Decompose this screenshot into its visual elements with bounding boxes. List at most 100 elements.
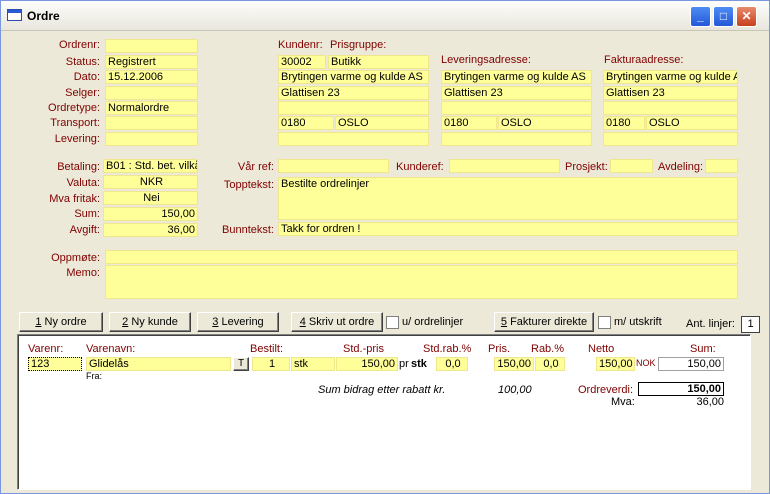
kundenr-field[interactable]: 30002 [278, 55, 326, 69]
ordreverdi-label: Ordreverdi: [578, 384, 634, 396]
row-sum: 150,00 [658, 357, 724, 371]
topptekst-field[interactable]: Bestilte ordrelinjer [278, 177, 738, 220]
delivery-button-label: Levering [218, 316, 264, 328]
kunderef-label: Kunderef: [396, 161, 444, 173]
ordrenr-label: Ordrenr: [59, 39, 100, 51]
minimize-button[interactable]: _ [690, 6, 711, 27]
delivery-address-field[interactable]: Glattisen 23 [441, 86, 592, 100]
row-valuta: NOK [636, 358, 656, 368]
mva-fritak-label: Mva fritak: [49, 193, 100, 205]
row-pr-enhet: stk [411, 358, 427, 370]
dato-field[interactable]: 15.12.2006 [105, 70, 198, 84]
invoice-extra-field[interactable] [603, 132, 738, 146]
new-order-button[interactable]: 1 Ny ordre [19, 312, 103, 332]
topptekst-label: Topptekst: [223, 179, 274, 191]
row-fra-label: Fra: [86, 371, 103, 381]
row-varenavn[interactable]: Glidelås [86, 357, 231, 371]
avdeling-field[interactable] [705, 159, 738, 173]
row-pris[interactable]: 150,00 [494, 357, 534, 371]
betaling-field[interactable]: B01 : Std. bet. vilkår [103, 159, 198, 173]
leveringsadresse-label: Leveringsadresse: [441, 54, 531, 66]
new-customer-button[interactable]: 2 Ny kunde [109, 312, 191, 332]
oppmote-label: Oppmøte: [51, 252, 100, 264]
status-field[interactable]: Registrert [105, 55, 198, 69]
valuta-label: Valuta: [66, 177, 100, 189]
customer-address-field[interactable]: Glattisen 23 [278, 86, 429, 100]
with-print-checkbox[interactable] [598, 316, 611, 329]
order-window: Ordre _ □ ✕ Ordrenr: Status: Registrert … [0, 0, 770, 494]
kundenr-label: Kundenr: [278, 39, 323, 51]
col-pris: Pris. [488, 343, 510, 355]
bunntekst-field[interactable]: Takk for ordren ! [278, 222, 738, 236]
avgift-field: 36,00 [103, 223, 198, 237]
prosjekt-field[interactable] [610, 159, 653, 173]
invoice-poststed-field[interactable]: OSLO [646, 116, 738, 130]
col-std-rab: Std.rab.% [423, 343, 472, 355]
margin-summary-label: Sum bidrag etter rabatt kr. [318, 384, 446, 396]
status-label: Status: [65, 56, 100, 68]
col-rab: Rab.% [531, 343, 565, 355]
invoice-name-field[interactable]: Brytingen varme og kulde AS [603, 70, 738, 84]
margin-summary-value: 100,00 [498, 384, 532, 396]
levering-field[interactable] [105, 132, 198, 146]
prosjekt-label: Prosjekt: [565, 161, 608, 173]
betaling-label: Betaling: [57, 161, 100, 173]
col-netto: Netto [588, 343, 615, 355]
delivery-address2-field[interactable] [441, 101, 592, 115]
title-bar: Ordre _ □ ✕ [1, 1, 769, 31]
order-lines-checkbox-label: u/ ordrelinjer [402, 316, 464, 328]
transport-field[interactable] [105, 116, 198, 130]
invoice-address-field[interactable]: Glattisen 23 [603, 86, 738, 100]
col-sum: Sum: [690, 343, 716, 355]
row-rab[interactable]: 0,0 [535, 357, 565, 371]
customer-postnr-field[interactable]: 0180 [278, 116, 334, 130]
col-varenavn: Varenavn: [86, 343, 136, 355]
delivery-postnr-field[interactable]: 0180 [441, 116, 497, 130]
row-netto: 150,00 [596, 357, 635, 371]
row-std-rab[interactable]: 0,0 [436, 357, 468, 371]
close-button[interactable]: ✕ [736, 6, 757, 27]
selger-field[interactable] [105, 86, 198, 100]
selger-label: Selger: [65, 87, 100, 99]
customer-extra-field[interactable] [278, 132, 429, 146]
valuta-field[interactable]: NKR [103, 175, 198, 189]
print-order-button[interactable]: 4 Skriv ut ordre [291, 312, 383, 332]
row-varenr[interactable]: 123 [28, 357, 82, 371]
col-varenr: Varenr: [28, 343, 64, 355]
customer-address2-field[interactable] [278, 101, 429, 115]
invoice-postnr-field[interactable]: 0180 [603, 116, 645, 130]
prisgruppe-field[interactable]: Butikk [328, 55, 429, 69]
ordretype-field[interactable]: Normalordre [105, 101, 198, 115]
oppmote-field[interactable] [105, 250, 738, 264]
ordreverdi-field: 150,00 [638, 382, 724, 396]
kunderef-field[interactable] [449, 159, 560, 173]
col-std-pris: Std.-pris [343, 343, 384, 355]
row-pr-label: pr [399, 358, 409, 370]
sum-label: Sum: [74, 208, 100, 220]
delivery-button[interactable]: 3 Levering [197, 312, 279, 332]
line-count-field[interactable]: 1 [741, 316, 760, 333]
invoice-address2-field[interactable] [603, 101, 738, 115]
invoice-direct-button-label: Fakturer direkte [507, 316, 588, 328]
maximize-button[interactable]: □ [713, 6, 734, 27]
delivery-poststed-field[interactable]: OSLO [498, 116, 592, 130]
var-ref-field[interactable] [278, 159, 389, 173]
row-std-pris[interactable]: 150,00 [336, 357, 398, 371]
window-title: Ordre [27, 9, 60, 23]
delivery-name-field[interactable]: Brytingen varme og kulde AS [441, 70, 592, 84]
window-icon [7, 9, 22, 21]
invoice-direct-button[interactable]: 5 Fakturer direkte [494, 312, 594, 332]
row-bestilt[interactable]: 1 [252, 357, 290, 371]
mva-fritak-field[interactable]: Nei [103, 191, 198, 205]
order-lines-checkbox[interactable] [386, 316, 399, 329]
delivery-extra-field[interactable] [441, 132, 592, 146]
order-lines-grid: Varenr: Varenavn: Bestilt: Std.-pris Std… [17, 334, 751, 490]
new-order-button-label: Ny ordre [41, 316, 87, 328]
row-enhet[interactable]: stk [291, 357, 335, 371]
customer-poststed-field[interactable]: OSLO [335, 116, 429, 130]
col-bestilt: Bestilt: [250, 343, 284, 355]
row-text-button[interactable]: T [233, 357, 249, 371]
customer-name-field[interactable]: Brytingen varme og kulde AS [278, 70, 429, 84]
ordrenr-field[interactable] [105, 39, 198, 53]
memo-field[interactable] [105, 265, 738, 299]
